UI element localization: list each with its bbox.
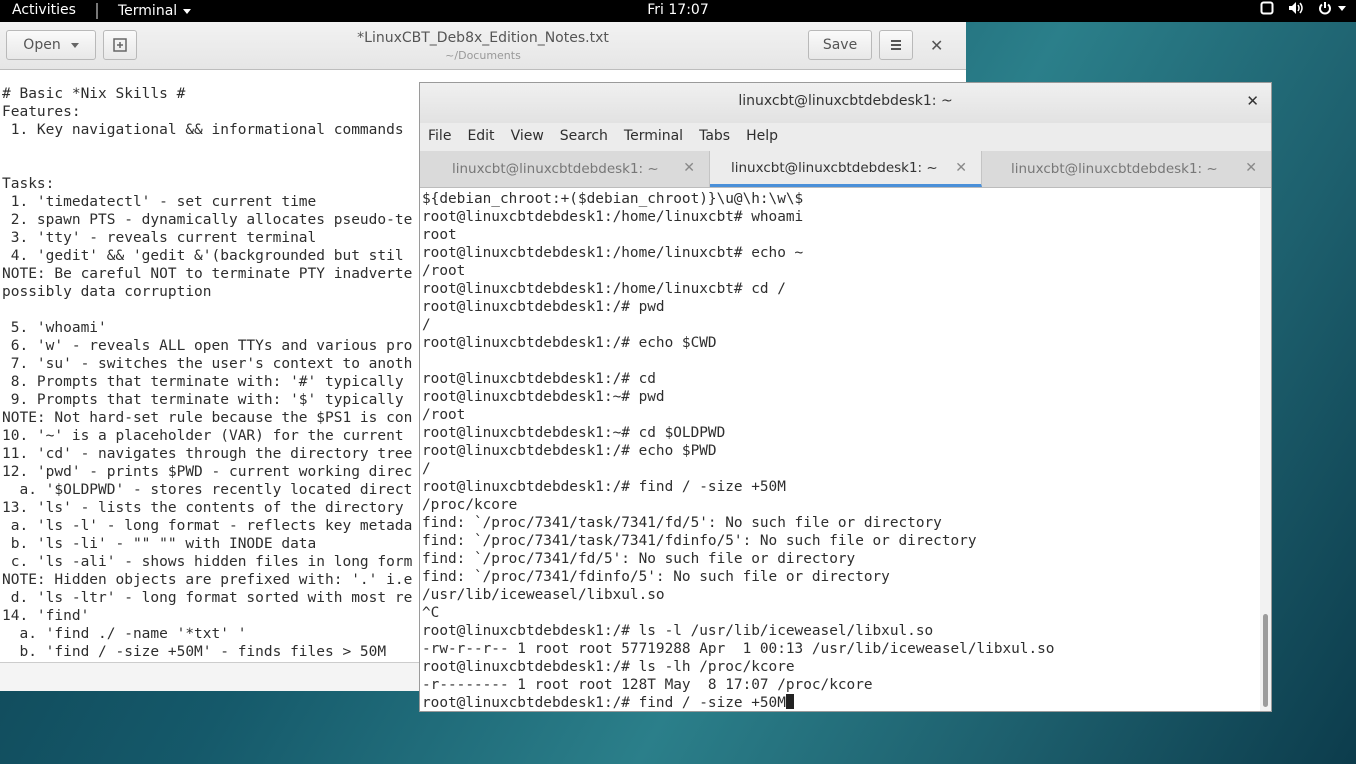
menu-help[interactable]: Help bbox=[738, 123, 786, 151]
volume-icon bbox=[1289, 2, 1303, 14]
close-icon[interactable]: ✕ bbox=[955, 160, 967, 176]
menu-search[interactable]: Search bbox=[552, 123, 616, 151]
terminal-output: ${debian_chroot:+($debian_chroot)}\u@\h:… bbox=[422, 191, 1055, 693]
app-menu[interactable]: Terminal bbox=[96, 0, 192, 22]
chevron-down-icon bbox=[183, 8, 192, 14]
terminal-titlebar[interactable]: linuxcbt@linuxcbtdebdesk1: ~ ✕ bbox=[420, 83, 1271, 123]
current-command: root@linuxcbtdebdesk1:/# find / -size +5… bbox=[422, 695, 786, 711]
terminal-app-icon bbox=[96, 3, 110, 19]
chevron-down-icon bbox=[1338, 5, 1346, 11]
gedit-headerbar: Open *LinuxCBT_Deb8x_Edition_Notes.txt ~… bbox=[0, 22, 966, 70]
menu-button[interactable] bbox=[879, 30, 913, 60]
menu-terminal[interactable]: Terminal bbox=[616, 123, 691, 151]
menu-tabs[interactable]: Tabs bbox=[691, 123, 738, 151]
close-icon[interactable]: ✕ bbox=[930, 36, 943, 55]
top-bar: Activities Terminal Fri 17:07 bbox=[0, 0, 1356, 22]
close-icon[interactable]: ✕ bbox=[683, 160, 695, 176]
tab-3[interactable]: linuxcbt@linuxcbtdebdesk1: ~ ✕ bbox=[982, 151, 1271, 187]
tab-2[interactable]: linuxcbt@linuxcbtdebdesk1: ~ ✕ bbox=[710, 151, 982, 187]
terminal-window: linuxcbt@linuxcbtdebdesk1: ~ ✕ File Edit… bbox=[419, 82, 1272, 712]
text-cursor bbox=[785, 694, 794, 709]
clock[interactable]: Fri 17:07 bbox=[0, 2, 1356, 18]
tab-label: linuxcbt@linuxcbtdebdesk1: ~ bbox=[731, 159, 938, 176]
terminal-screen[interactable]: ${debian_chroot:+($debian_chroot)}\u@\h:… bbox=[420, 188, 1260, 711]
close-icon[interactable]: ✕ bbox=[1245, 160, 1257, 176]
terminal-title: linuxcbt@linuxcbtdebdesk1: ~ bbox=[738, 93, 953, 109]
menu-edit[interactable]: Edit bbox=[459, 123, 502, 151]
activities-button[interactable]: Activities bbox=[12, 2, 76, 18]
tab-1[interactable]: linuxcbt@linuxcbtdebdesk1: ~ ✕ bbox=[420, 151, 710, 187]
app-menu-label: Terminal bbox=[118, 3, 178, 19]
menu-bar: File Edit View Search Terminal Tabs Help bbox=[420, 123, 1271, 151]
tab-label: linuxcbt@linuxcbtdebdesk1: ~ bbox=[452, 161, 659, 177]
hamburger-icon bbox=[891, 40, 901, 50]
scrollbar[interactable] bbox=[1260, 188, 1271, 711]
tab-bar: linuxcbt@linuxcbtdebdesk1: ~ ✕ linuxcbt@… bbox=[420, 151, 1271, 188]
menu-view[interactable]: View bbox=[503, 123, 552, 151]
save-button[interactable]: Save bbox=[808, 30, 872, 60]
document-text[interactable]: # Basic *Nix Skills # Features: 1. Key n… bbox=[2, 85, 412, 661]
tab-label: linuxcbt@linuxcbtdebdesk1: ~ bbox=[1011, 161, 1218, 177]
scrollbar-thumb[interactable] bbox=[1263, 614, 1268, 707]
menu-file[interactable]: File bbox=[420, 123, 459, 151]
power-icon bbox=[1319, 2, 1331, 15]
close-icon[interactable]: ✕ bbox=[1246, 92, 1259, 110]
window-icon bbox=[1260, 1, 1274, 15]
system-tray[interactable] bbox=[1260, 1, 1346, 15]
